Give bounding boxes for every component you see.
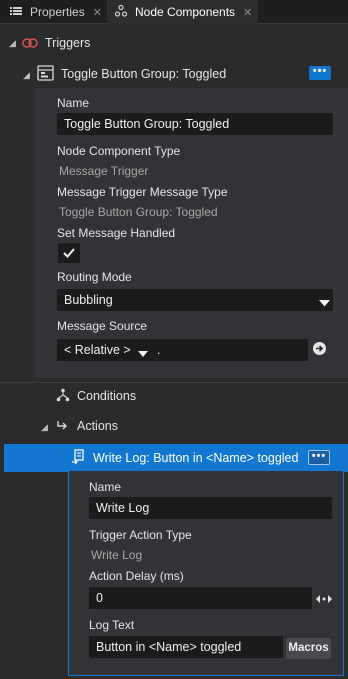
write-log-icon xyxy=(71,449,87,468)
conditions-icon xyxy=(56,388,70,405)
actions-label[interactable]: Actions xyxy=(77,419,118,433)
drag-value-icon[interactable] xyxy=(316,593,332,607)
tab-properties-label: Properties xyxy=(30,5,85,19)
tab-properties[interactable]: Properties ✕ xyxy=(0,0,106,24)
message-type-label: Message Trigger Message Type xyxy=(57,185,228,199)
close-icon[interactable]: ✕ xyxy=(93,6,102,19)
name-input[interactable]: Toggle Button Group: Toggled xyxy=(57,113,333,135)
handled-checkbox[interactable] xyxy=(58,243,80,263)
message-trigger-icon xyxy=(37,65,55,84)
divider xyxy=(0,382,348,383)
handled-label: Set Message Handled xyxy=(57,226,176,240)
node-components-icon xyxy=(114,4,129,20)
source-label: Message Source xyxy=(57,319,148,333)
routing-label: Routing Mode xyxy=(57,270,132,284)
action-type-value: Write Log xyxy=(91,548,143,562)
name-input[interactable]: Write Log xyxy=(89,497,332,519)
macros-button[interactable]: Macros xyxy=(286,638,331,659)
write-log-title: Write Log: Button in <Name> toggled xyxy=(93,451,299,465)
actions-icon xyxy=(56,419,70,436)
triggers-label: Triggers xyxy=(45,36,91,50)
chevron-down-icon[interactable] xyxy=(319,296,330,310)
delay-input[interactable]: 0 xyxy=(89,587,312,609)
tab-node-components-label: Node Components xyxy=(135,5,236,19)
source-relative-value: < Relative > xyxy=(64,343,131,357)
tab-node-components[interactable]: Node Components ✕ xyxy=(107,0,258,24)
action-type-label: Trigger Action Type xyxy=(89,528,192,542)
log-text-input[interactable]: Button in <Name> toggled xyxy=(89,636,283,658)
list-icon xyxy=(10,6,24,19)
conditions-label[interactable]: Conditions xyxy=(77,389,136,403)
tab-bar: Properties ✕ Node Components ✕ xyxy=(0,0,348,24)
toggle-group-title[interactable]: Toggle Button Group: Toggled xyxy=(61,67,226,81)
check-icon xyxy=(63,248,75,258)
collapse-arrow-icon[interactable]: ◢ xyxy=(23,70,30,81)
component-type-label: Node Component Type xyxy=(57,144,181,158)
collapse-arrow-icon[interactable]: ◢ xyxy=(41,422,48,433)
refresh-icon[interactable] xyxy=(312,341,327,359)
close-icon[interactable]: ✕ xyxy=(243,6,252,19)
name-label: Name xyxy=(57,96,90,110)
component-type-value: Message Trigger xyxy=(59,164,149,178)
name-label: Name xyxy=(89,480,122,494)
log-text-label: Log Text xyxy=(89,618,135,632)
message-type-value: Toggle Button Group: Toggled xyxy=(59,205,218,219)
source-path-input[interactable]: . xyxy=(150,339,308,361)
chevron-down-icon[interactable] xyxy=(138,346,148,360)
collapse-arrow-icon[interactable]: ◢ xyxy=(9,38,16,49)
routing-value: Bubbling xyxy=(64,293,113,307)
routing-select[interactable]: Bubbling xyxy=(57,289,333,311)
delay-label: Action Delay (ms) xyxy=(89,569,184,583)
more-options-button[interactable]: ••• xyxy=(309,66,331,80)
more-options-button[interactable]: ••• xyxy=(308,450,330,465)
triggers-icon xyxy=(22,36,38,53)
